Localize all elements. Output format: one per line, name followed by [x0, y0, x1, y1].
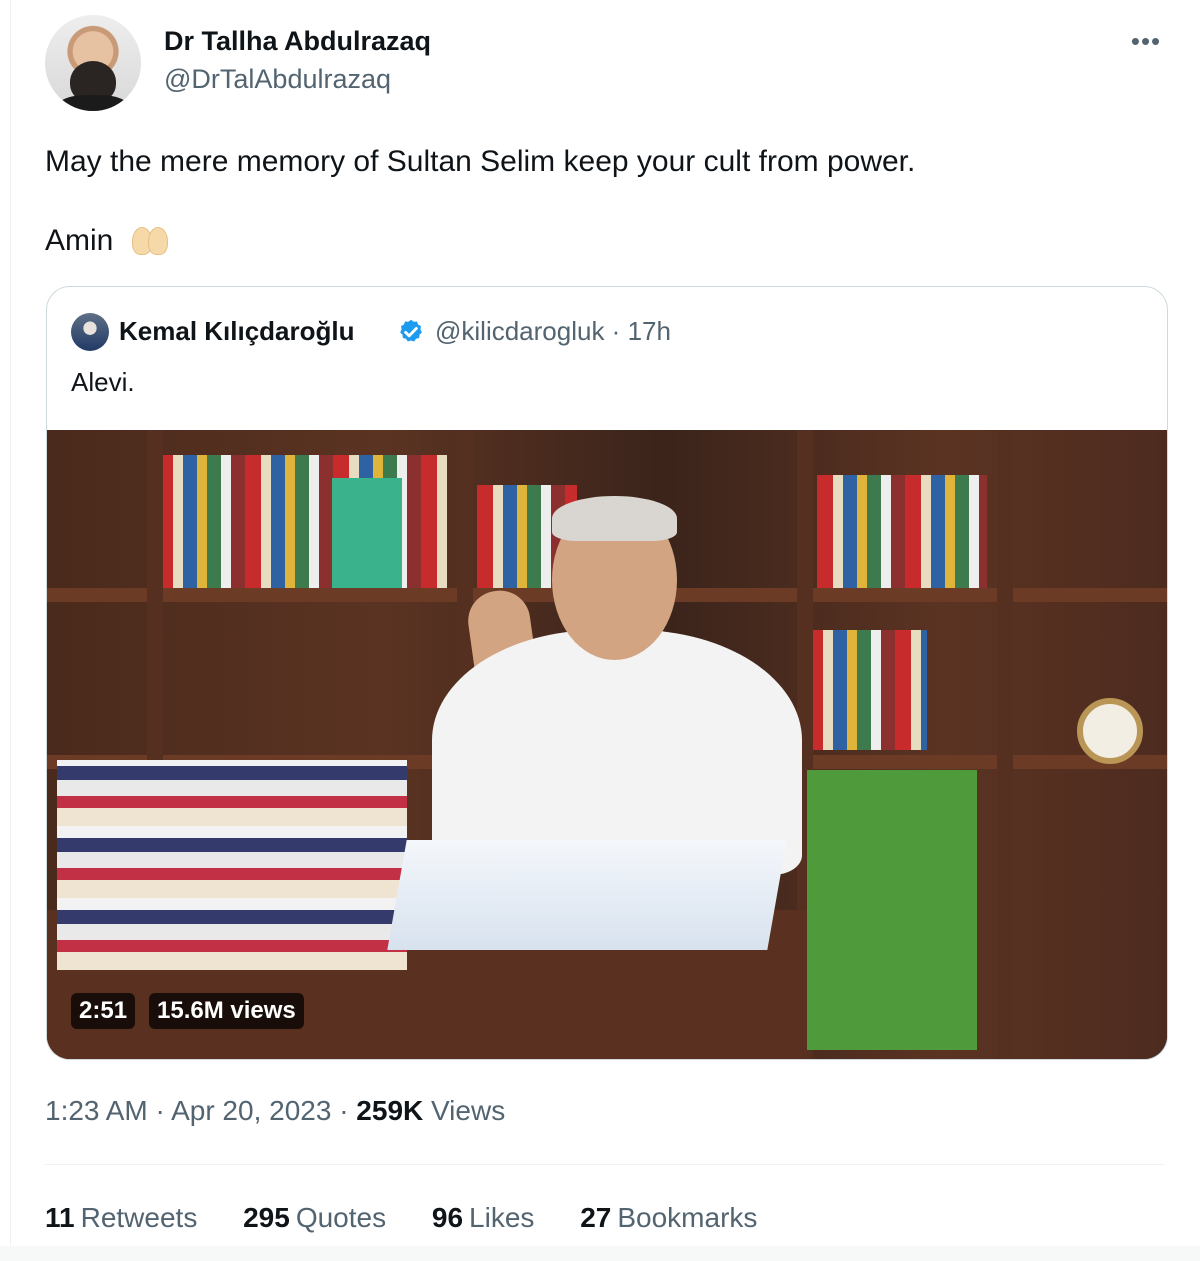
- quotes-count: 295: [243, 1202, 290, 1233]
- author-handle[interactable]: @DrTalAbdulrazaq: [164, 63, 391, 95]
- divider: [45, 1164, 1165, 1165]
- bookmarks-label: Bookmarks: [617, 1202, 758, 1233]
- tweet-screenshot: { "author": { "display_name": "Dr Tallha…: [0, 0, 1200, 1261]
- likes-stat[interactable]: 96 Likes: [432, 1198, 535, 1238]
- bookshelf-books: [817, 475, 987, 600]
- likes-count: 96: [431, 1202, 464, 1233]
- book-stack: [57, 760, 407, 970]
- quoted-author-handle-time[interactable]: @kilicdarogluk · 17h: [435, 313, 671, 349]
- quoted-author-name[interactable]: Kemal Kılıçdaroğlu: [119, 313, 355, 349]
- bookmarks-stat[interactable]: 27 Bookmarks: [580, 1198, 757, 1238]
- bookshelf-books: [157, 455, 447, 595]
- quotes-label: Quotes: [295, 1202, 387, 1233]
- tweet-views-count: 259K: [356, 1095, 424, 1126]
- video-duration: 2:51: [71, 993, 136, 1029]
- retweets-count: 11: [45, 1202, 75, 1233]
- tweet-amin-text: Amin: [45, 224, 114, 257]
- quotes-stat[interactable]: 295 Quotes: [243, 1198, 386, 1238]
- bottom-strip: [0, 1246, 1200, 1261]
- desk-clock: [1077, 698, 1143, 764]
- video-view-count: 15.6M views: [149, 993, 304, 1029]
- retweets-label: Retweets: [80, 1202, 198, 1233]
- tweet-meta: 1:23 AM · Apr 20, 2023 · 259K Views: [45, 1093, 505, 1129]
- bookshelf-books: [807, 630, 927, 750]
- green-cabinet: [807, 770, 977, 1050]
- tweet-timestamp[interactable]: 1:23 AM · Apr 20, 2023 ·: [45, 1095, 356, 1126]
- tweet-stats: 11 Retweets 295 Quotes 96 Likes 27 Bookmarks: [45, 1198, 795, 1238]
- ellipsis-icon[interactable]: •••: [1126, 26, 1166, 56]
- author-display-name[interactable]: Dr Tallha Abdulrazaq: [164, 25, 431, 57]
- tweet-amin-line: Amin: [45, 222, 170, 260]
- green-book: [332, 478, 402, 594]
- speaker-shirt: [432, 630, 802, 875]
- verified-badge-icon: [400, 319, 422, 342]
- folded-hands-icon: [130, 225, 170, 256]
- bookmarks-count: 27: [580, 1202, 612, 1233]
- quoted-tweet-text: Alevi.: [71, 367, 135, 397]
- likes-label: Likes: [469, 1202, 535, 1233]
- author-avatar[interactable]: [45, 15, 141, 111]
- speaker-hair: [552, 496, 677, 541]
- tweet-views-label: Views: [423, 1095, 506, 1126]
- desk-papers: [387, 840, 787, 950]
- quoted-tweet-card[interactable]: Kemal Kılıçdaroğlu @kilicdarogluk · 17h …: [46, 286, 1168, 1060]
- video-player[interactable]: 2:51 15.6M views: [47, 430, 1167, 1059]
- shelf-upright: [997, 430, 1013, 1059]
- avatar-shirt: [57, 95, 129, 111]
- tweet-text: May the mere memory of Sultan Selim keep…: [45, 145, 916, 178]
- left-border: [10, 0, 11, 1261]
- quoted-author-avatar[interactable]: [71, 313, 109, 351]
- retweets-stat[interactable]: 11 Retweets: [45, 1198, 197, 1238]
